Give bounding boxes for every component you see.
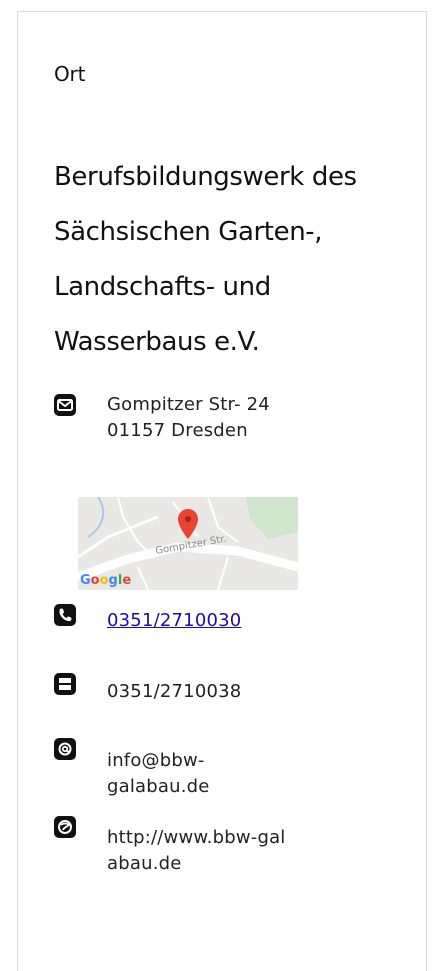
google-logo: Google [80,573,131,588]
email-line: galabau.de [107,776,210,797]
fax-icon [54,673,76,695]
globe-icon [54,816,76,838]
organization-name-line: Berufsbildungswerk des [54,162,357,192]
address-street: Gompitzer Str- 24 [107,394,270,415]
email-text[interactable]: info@bbw- galabau.de [107,748,210,800]
phone-link[interactable]: 0351/2710030 [107,610,241,631]
phone-icon [54,604,76,626]
fax-text: 0351/2710038 [107,681,242,702]
organization-name-line: Wasserbaus e.V. [54,327,260,357]
address-city: 01157 Dresden [107,420,248,441]
at-sign-icon [54,738,76,760]
email-line: info@bbw- [107,750,205,771]
website-line: http://www.bbw-gal [107,827,286,848]
section-label: Ort [54,62,86,86]
map-thumbnail[interactable]: Gompitzer Str. Google [78,497,298,590]
website-text[interactable]: http://www.bbw-gal abau.de [107,825,286,877]
organization-name-line: Sächsischen Garten-, [54,217,323,247]
organization-name: Berufsbildungswerk des Sächsischen Garte… [54,150,394,370]
website-line: abau.de [107,853,182,874]
address-text: Gompitzer Str- 24 01157 Dresden [107,392,270,444]
phone-text: 0351/2710030 [107,608,241,634]
organization-name-line: Landschafts- und [54,272,271,302]
mail-envelope-icon [54,394,76,416]
